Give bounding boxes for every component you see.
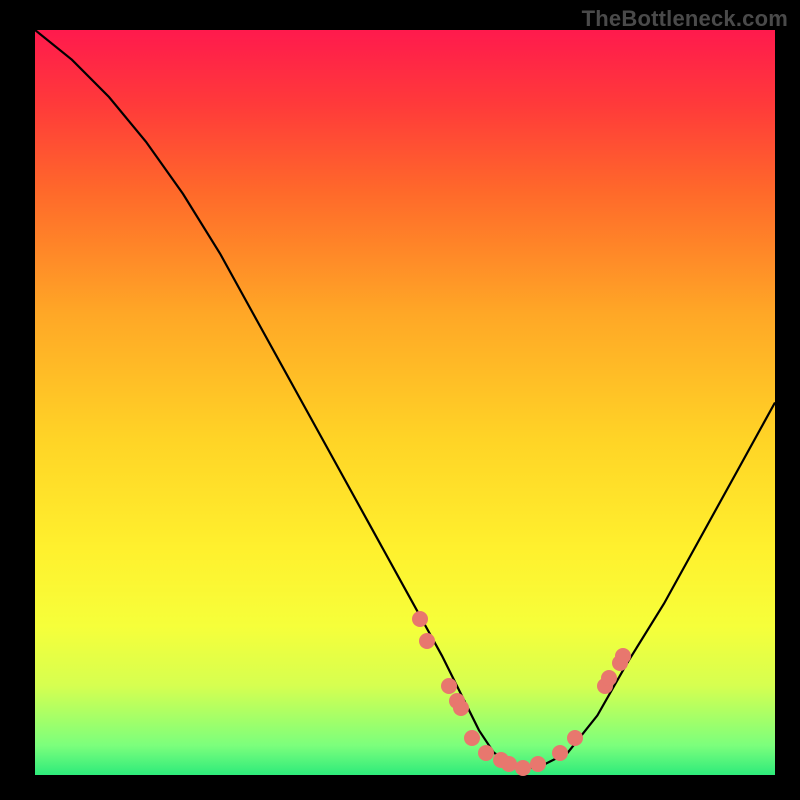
scatter-point [530,756,546,772]
scatter-point [464,730,480,746]
scatter-point [419,633,435,649]
scatter-point [478,745,494,761]
bottleneck-curve [35,30,775,775]
attribution-text: TheBottleneck.com [582,6,788,32]
scatter-point [412,611,428,627]
scatter-point [552,745,568,761]
chart-frame: TheBottleneck.com [0,0,800,800]
scatter-point [567,730,583,746]
plot-area [35,30,775,775]
scatter-point [441,678,457,694]
scatter-point [501,756,517,772]
scatter-point [515,760,531,776]
scatter-point [453,700,469,716]
scatter-point [601,670,617,686]
scatter-point [615,648,631,664]
